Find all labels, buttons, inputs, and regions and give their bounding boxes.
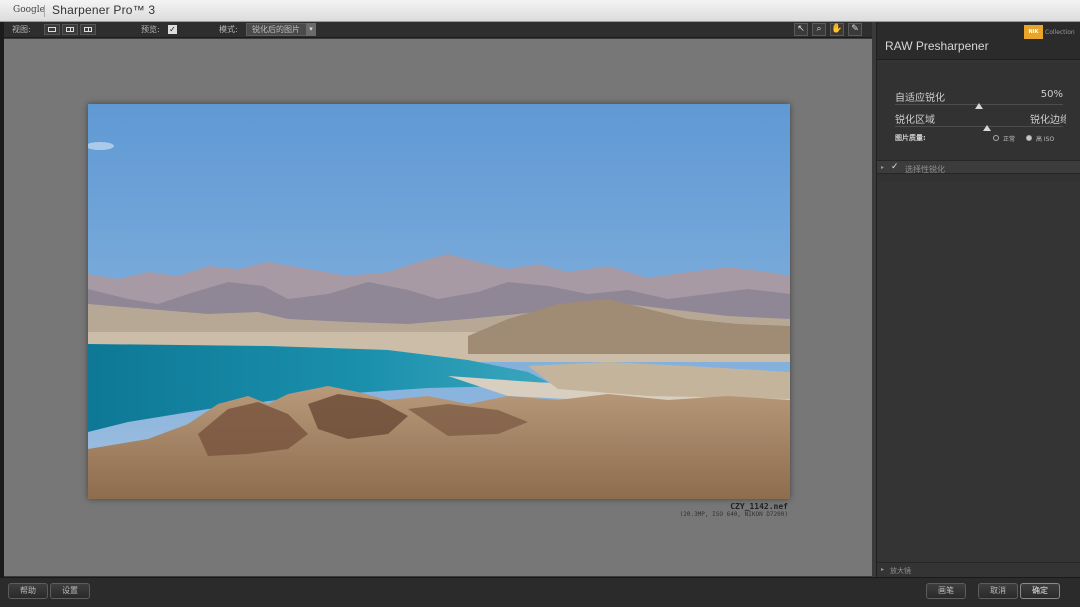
quality-high-iso-label: 高 ISO <box>1036 136 1055 143</box>
loupe-label: 放大镜 <box>890 567 911 575</box>
loupe-row[interactable]: ▸ 放大镜 <box>877 562 1080 576</box>
single-view-button[interactable] <box>44 24 60 35</box>
sharpen-area-slider[interactable] <box>895 126 1063 127</box>
cancel-button[interactable]: 取消 <box>978 583 1018 599</box>
sharpen-area-value: 锐化边缘 <box>1030 115 1066 126</box>
ok-button[interactable]: 确定 <box>1020 583 1060 599</box>
nik-collection-label: Collection <box>1045 29 1075 36</box>
file-name: CZY_1142.nef <box>730 502 788 511</box>
file-metadata: (20.3MP, ISO 640, NIKON D7200) <box>679 511 788 518</box>
title-divider <box>44 5 45 17</box>
eyedropper-icon: ✎ <box>851 24 859 34</box>
mode-label: 模式: <box>219 25 238 34</box>
sharpener-app-window: Google Sharpener Pro™ 3 视图: 预览: ✓ 模式: 锐化… <box>0 0 1080 607</box>
nik-logo: NIK <box>1024 25 1043 39</box>
help-button[interactable]: 帮助 <box>8 583 48 599</box>
preview-checkbox[interactable]: ✓ <box>168 25 177 34</box>
chevron-down-icon[interactable]: ▾ <box>306 23 316 36</box>
sharpen-area-label: 锐化区域 <box>895 115 935 126</box>
google-brand: Google <box>13 5 45 15</box>
pointer-tool-button[interactable]: ↖ <box>794 23 808 36</box>
selective-sharpening-row[interactable]: ▸ ✓ 选择性锐化 <box>877 160 1080 174</box>
split-view-button[interactable] <box>62 24 78 35</box>
quality-normal-label: 正常 <box>1003 136 1016 143</box>
selective-sharpening-checkbox[interactable]: ✓ <box>891 162 899 172</box>
hand-tool-button[interactable]: ✋ <box>830 23 844 36</box>
preview-canvas[interactable]: CZY_1142.nef (20.3MP, ISO 640, NIKON D72… <box>4 39 872 576</box>
preview-photo[interactable] <box>88 104 790 499</box>
adaptive-sharpening-value: 50% <box>1040 89 1063 100</box>
settings-button[interactable]: 设置 <box>50 583 90 599</box>
selective-sharpening-label: 选择性锐化 <box>905 165 945 174</box>
hand-icon: ✋ <box>831 24 843 34</box>
adaptive-sharpening-label: 自适应锐化 <box>895 93 945 104</box>
expand-arrow-icon[interactable]: ▸ <box>881 566 884 573</box>
panel-title: RAW Presharpener <box>885 39 989 53</box>
settings-panel: NIK Collection RAW Presharpener 自适应锐化 50… <box>876 22 1080 577</box>
side-by-side-view-button[interactable] <box>80 24 96 35</box>
file-info: CZY_1142.nef (20.3MP, ISO 640, NIKON D72… <box>680 502 788 518</box>
top-toolbar: 视图: 预览: ✓ 模式: 锐化后的图片 ▾ ↖ ⌕ ✋ ✎ <box>4 22 872 38</box>
app-title: Sharpener Pro™ 3 <box>52 3 156 17</box>
quality-high-iso-radio[interactable] <box>1026 135 1032 141</box>
adaptive-sharpening-slider-thumb[interactable] <box>975 103 983 109</box>
split-view-icon <box>66 27 74 32</box>
sharpen-area-slider-thumb[interactable] <box>983 125 992 131</box>
mode-select[interactable]: 锐化后的图片 <box>246 23 314 36</box>
side-by-side-view-icon <box>84 27 92 32</box>
image-quality-label: 图片质量: <box>895 134 926 142</box>
brush-button[interactable]: 画笔 <box>926 583 966 599</box>
pointer-icon: ↖ <box>797 24 805 34</box>
panel-header: NIK Collection RAW Presharpener <box>877 22 1080 60</box>
view-label: 视图: <box>12 25 31 34</box>
title-bar: Google Sharpener Pro™ 3 <box>0 0 1080 22</box>
landscape-photo-illustration <box>88 104 790 499</box>
preview-label: 预览: <box>141 25 160 34</box>
zoom-tool-button[interactable]: ⌕ <box>812 23 826 36</box>
quality-normal-radio[interactable] <box>993 135 999 141</box>
expand-arrow-icon[interactable]: ▸ <box>881 164 884 171</box>
eyedropper-tool-button[interactable]: ✎ <box>848 23 862 36</box>
zoom-icon: ⌕ <box>816 24 822 34</box>
bottom-bar: 帮助 设置 画笔 取消 确定 <box>0 577 1080 607</box>
single-view-icon <box>48 27 56 32</box>
